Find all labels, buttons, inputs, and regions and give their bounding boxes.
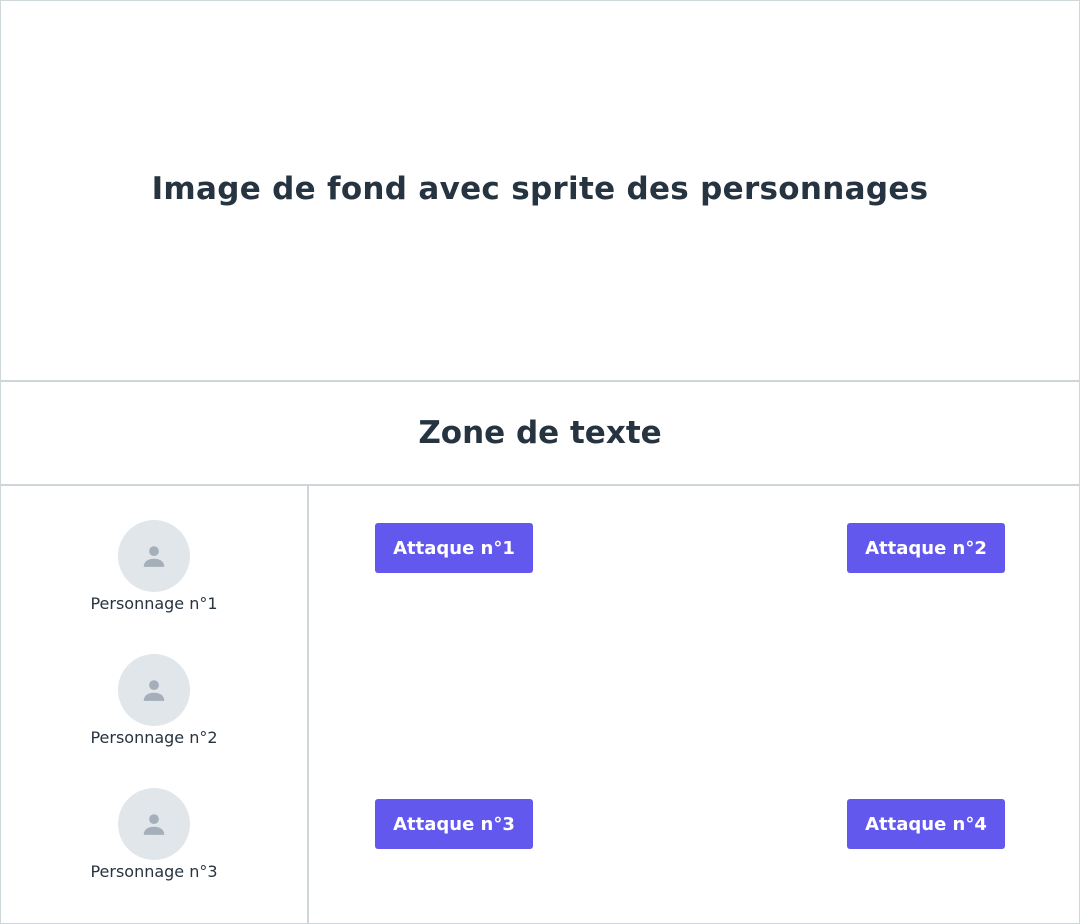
attack-2-button[interactable]: Attaque n°2	[847, 523, 1005, 573]
character-name: Personnage n°1	[90, 594, 218, 613]
character-name: Personnage n°3	[90, 862, 218, 881]
person-icon	[143, 680, 165, 701]
game-frame: Image de fond avec sprite des personnage…	[0, 0, 1080, 924]
character-list: Personnage n°1 Personnage n°2 Personnage…	[1, 486, 309, 923]
attack-panel: Attaque n°1 Attaque n°2 Attaque n°3 Atta…	[309, 486, 1079, 923]
attack-1-button[interactable]: Attaque n°1	[375, 523, 533, 573]
avatar	[118, 654, 190, 726]
attack-3-button[interactable]: Attaque n°3	[375, 799, 533, 849]
person-icon	[143, 814, 165, 835]
text-zone: Zone de texte	[1, 382, 1079, 486]
character-name: Personnage n°2	[90, 728, 218, 747]
avatar	[118, 520, 190, 592]
character-2[interactable]: Personnage n°2	[1, 654, 307, 747]
character-3[interactable]: Personnage n°3	[1, 788, 307, 881]
scene-title: Image de fond avec sprite des personnage…	[151, 170, 929, 207]
person-icon	[143, 546, 165, 567]
character-1[interactable]: Personnage n°1	[1, 520, 307, 613]
avatar	[118, 788, 190, 860]
background-scene: Image de fond avec sprite des personnage…	[1, 1, 1079, 382]
attack-4-button[interactable]: Attaque n°4	[847, 799, 1005, 849]
text-zone-title: Zone de texte	[418, 415, 662, 451]
